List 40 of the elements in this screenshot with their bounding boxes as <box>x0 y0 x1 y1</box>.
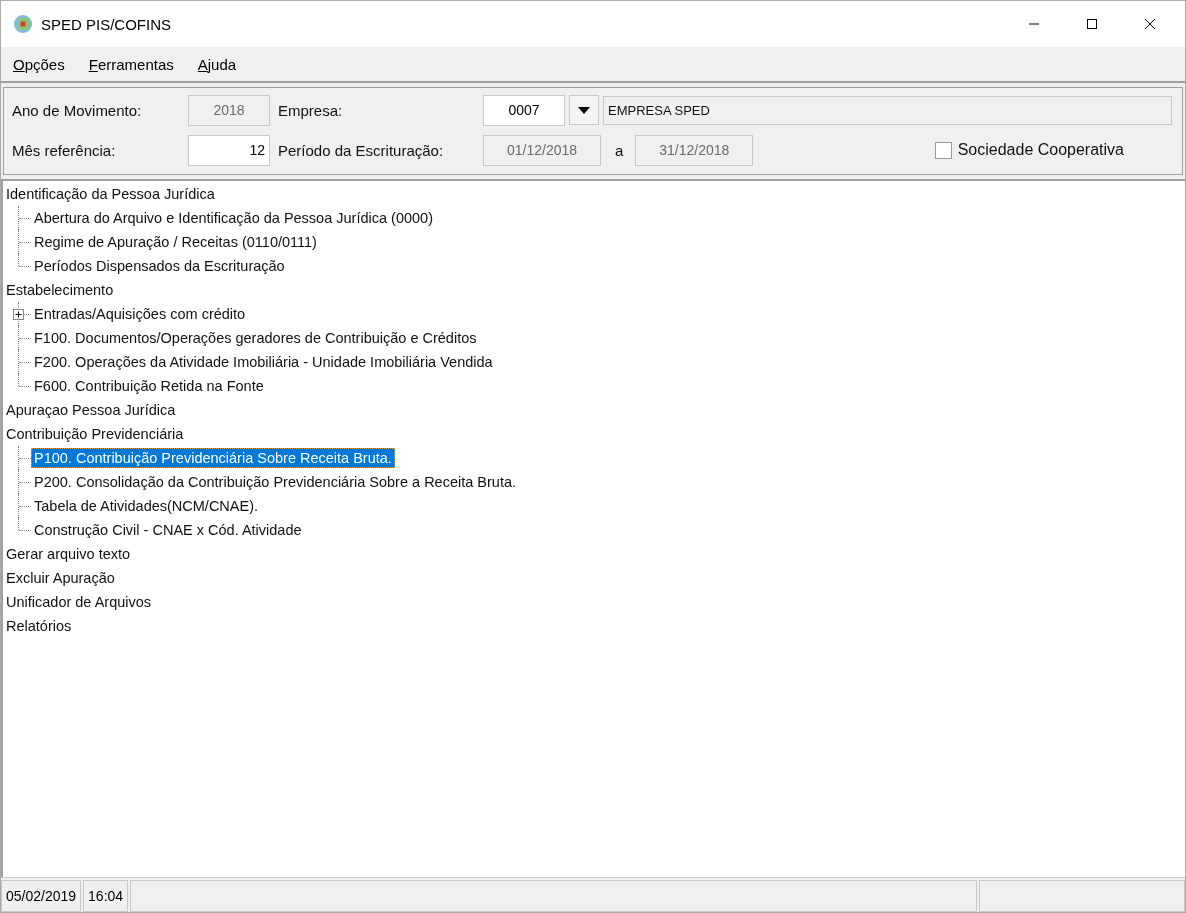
period-separator: a <box>615 141 624 159</box>
tree-item[interactable]: Construção Civil - CNAE x Cód. Atividade <box>31 520 305 540</box>
tree-item[interactable]: Apuraçao Pessoa Jurídica <box>3 400 179 420</box>
checkbox-label: Sociedade Cooperativa <box>957 141 1124 159</box>
app-logo-icon <box>13 14 33 34</box>
expand-icon[interactable] <box>13 309 24 320</box>
maximize-icon <box>1086 18 1098 30</box>
field-label: Ano de Movimento: <box>12 101 143 119</box>
menu-item[interactable]: Ajuda <box>197 55 237 73</box>
dropdown-button[interactable] <box>569 95 599 125</box>
status-time: 16:04 <box>83 880 129 912</box>
tree-item[interactable]: P200. Consolidação da Contribuição Previdenciária Sobre a Receita Bruta. <box>31 472 519 492</box>
caret-down-icon <box>578 106 590 114</box>
tree-item[interactable]: Identificação da Pessoa Jurídica <box>3 184 218 204</box>
tree-item[interactable]: Relatórios <box>3 616 75 636</box>
tree-item[interactable]: Excluir Apuração <box>3 568 118 588</box>
window-title: SPED PIS/COFINS <box>41 15 172 33</box>
month-field[interactable]: 12 <box>188 134 270 166</box>
field-label: Período da Escrituração: <box>278 141 445 159</box>
tree-item[interactable]: Períodos Dispensados da Escrituração <box>31 256 288 276</box>
tree-item[interactable]: Regime de Apuração / Receitas (0110/0111) <box>31 232 320 252</box>
checkbox[interactable] <box>934 141 952 159</box>
tree-item[interactable]: F600. Contribuição Retida na Fonte <box>31 376 267 396</box>
menu-item[interactable]: Ferramentas <box>88 55 174 73</box>
field-label: Empresa: <box>278 101 344 119</box>
tree-item[interactable]: Estabelecimento <box>3 280 117 300</box>
status-date: 05/02/2019 <box>1 880 82 912</box>
company-code-field[interactable]: 0007 <box>483 94 565 126</box>
tree-item[interactable]: Contribuição Previdenciária <box>3 424 187 444</box>
tree-item[interactable]: F100. Documentos/Operações geradores de Contribuição e Créditos <box>31 328 480 348</box>
tree-item[interactable]: F200. Operações da Atividade Imobiliária - Unidade Imobiliária Vendida <box>31 352 496 372</box>
tree-item[interactable]: P100. Contribuição Previdenciária Sobre Receita Bruta. <box>31 448 395 468</box>
tree-item[interactable]: Tabela de Atividades(NCM/CNAE). <box>31 496 262 516</box>
tree-item[interactable]: Gerar arquivo texto <box>3 544 134 564</box>
field-label: Mês referência: <box>12 141 117 159</box>
tree-item[interactable]: Abertura do Arquivo e Identificação da Pessoa Jurídica (0000) <box>31 208 436 228</box>
close-icon <box>1144 18 1156 30</box>
tree-item[interactable]: Unificador de Arquivos <box>3 592 155 612</box>
tree-item[interactable]: Entradas/Aquisições com crédito <box>31 304 249 324</box>
menu-item[interactable]: Opções <box>13 55 65 73</box>
